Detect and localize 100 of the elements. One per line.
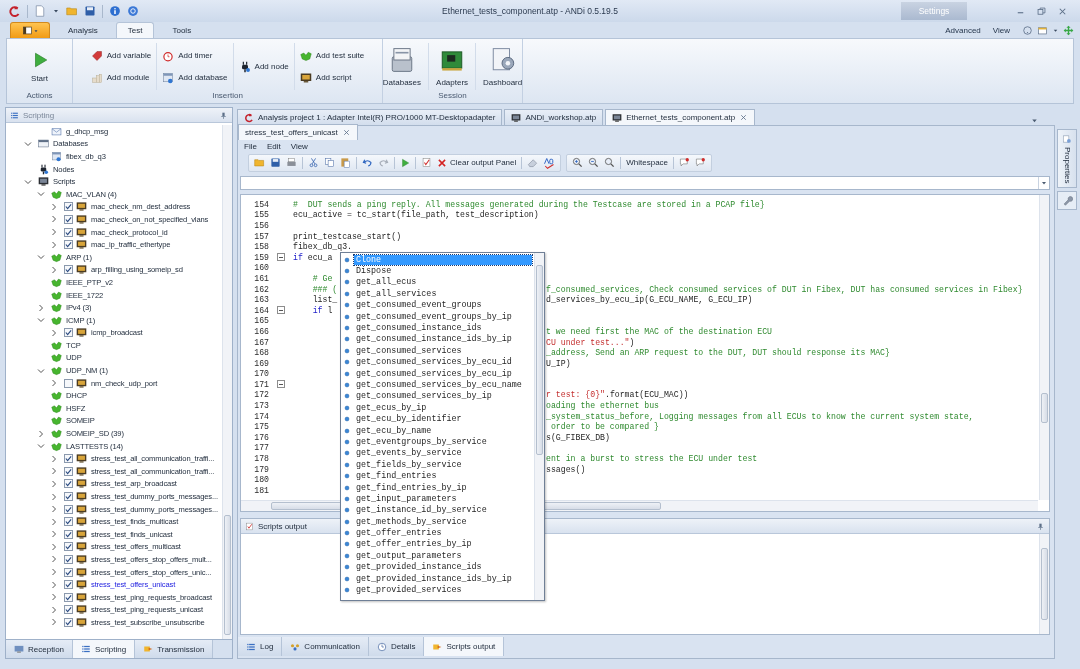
- completion-item[interactable]: get_provided_services: [354, 585, 464, 595]
- chevron-icon[interactable]: [50, 517, 58, 526]
- ribbon-button[interactable]: Databases: [383, 44, 426, 89]
- panel-tab[interactable]: Transmission: [135, 640, 214, 658]
- close-icon[interactable]: [739, 113, 749, 122]
- ribbon-tab[interactable]: Test: [115, 22, 155, 38]
- checkbox[interactable]: [64, 555, 73, 564]
- scrollbar[interactable]: [534, 253, 544, 600]
- ribbon-button[interactable]: Add node: [236, 59, 291, 74]
- chevron-icon[interactable]: [50, 505, 58, 514]
- chevron-icon[interactable]: [50, 265, 58, 274]
- checkbox[interactable]: [64, 580, 73, 590]
- completion-item[interactable]: get_consumed_instance_ids: [354, 323, 484, 334]
- ribbon-button[interactable]: Dashboard: [479, 44, 522, 89]
- chevron-icon[interactable]: [50, 228, 58, 237]
- application-menu-button[interactable]: [10, 22, 50, 38]
- checkbox[interactable]: [64, 227, 73, 237]
- panel-tab[interactable]: Details: [368, 637, 425, 656]
- chevron-icon[interactable]: [50, 454, 58, 463]
- chevron-icon[interactable]: [50, 593, 58, 602]
- scissors-icon[interactable]: [308, 157, 319, 168]
- ribbon-button[interactable]: Add module: [88, 70, 154, 85]
- completion-item[interactable]: get_provided_instance_ids: [354, 562, 484, 573]
- undo-icon[interactable]: [362, 157, 373, 168]
- globe-icon[interactable]: [127, 5, 139, 17]
- completion-item[interactable]: get_eventgroups_by_service: [354, 436, 489, 447]
- chevron-icon[interactable]: [50, 467, 58, 476]
- chevron-icon[interactable]: [37, 303, 45, 312]
- chevron-icon[interactable]: [50, 530, 58, 539]
- menu-item[interactable]: View: [290, 142, 308, 151]
- checkbox[interactable]: [64, 529, 73, 539]
- checklist-icon[interactable]: [421, 157, 432, 168]
- window-icon[interactable]: [1037, 24, 1048, 36]
- side-tab[interactable]: [1057, 191, 1077, 211]
- editor-tab[interactable]: stress_test_offers_unicast: [238, 124, 358, 140]
- move-icon[interactable]: [1063, 24, 1074, 36]
- completion-item[interactable]: get_ecus_by_ip: [354, 402, 429, 413]
- document-tab[interactable]: Analysis project 1 : Adapter Intel(R) PRO/1000 MT-Desktopadapter: [237, 109, 503, 125]
- ribbon-button[interactable]: Add test suite: [297, 48, 367, 63]
- chevron-icon[interactable]: [50, 215, 58, 224]
- completion-item[interactable]: get_find_entries_by_ip: [354, 482, 469, 493]
- checkbox[interactable]: [64, 605, 73, 615]
- clear-output-button[interactable]: Clear output Panel: [437, 157, 517, 168]
- ribbon-button[interactable]: Add timer: [160, 48, 230, 63]
- completion-item[interactable]: get_output_parameters: [354, 550, 464, 561]
- chevron-icon[interactable]: [24, 177, 32, 186]
- chevron-icon[interactable]: [50, 479, 58, 488]
- chevron-icon[interactable]: [37, 253, 45, 262]
- clipboard-icon[interactable]: [340, 157, 351, 168]
- whitespace-button[interactable]: Whitespace: [626, 158, 669, 167]
- search-icon[interactable]: [604, 157, 616, 168]
- scrollbar[interactable]: [1039, 195, 1049, 500]
- combo-box[interactable]: [240, 176, 1050, 190]
- ribbon-button[interactable]: Start: [26, 48, 53, 85]
- completion-item[interactable]: Dispose: [354, 266, 394, 277]
- checkbox[interactable]: [64, 492, 73, 501]
- scrollbar[interactable]: [1039, 534, 1049, 634]
- close-icon[interactable]: [341, 128, 351, 137]
- panel-tab[interactable]: Scripting: [73, 640, 136, 658]
- completion-item[interactable]: get_consumed_services_by_ip: [354, 391, 494, 402]
- completion-item[interactable]: get_consumed_event_groups: [354, 300, 484, 311]
- chevron-icon[interactable]: [37, 366, 45, 375]
- completion-item[interactable]: get_methods_by_service: [354, 516, 469, 527]
- checkbox[interactable]: [64, 466, 73, 476]
- menu-item[interactable]: File: [244, 142, 257, 151]
- chevron-icon[interactable]: [37, 316, 45, 325]
- redo-icon[interactable]: [378, 157, 389, 168]
- menu-item[interactable]: Edit: [266, 142, 281, 151]
- ribbon-tab[interactable]: Analysis: [56, 22, 110, 38]
- info-icon[interactable]: [109, 5, 121, 17]
- speech-bubble-icon[interactable]: [695, 157, 707, 168]
- side-tab[interactable]: Properties: [1057, 129, 1077, 189]
- chevron-icon[interactable]: [50, 492, 58, 501]
- checkbox[interactable]: [64, 592, 73, 602]
- folder-icon[interactable]: [66, 5, 78, 17]
- chevron-icon[interactable]: [50, 605, 58, 614]
- completion-item[interactable]: get_instance_id_by_service: [354, 505, 489, 516]
- caret-icon[interactable]: [52, 7, 60, 15]
- chevron-icon[interactable]: [50, 542, 58, 551]
- folder-icon[interactable]: [254, 157, 265, 168]
- ribbon-button[interactable]: Add script: [297, 70, 367, 85]
- checkbox[interactable]: [64, 504, 73, 514]
- checkbox[interactable]: [64, 454, 73, 464]
- copy-icon[interactable]: [324, 157, 335, 168]
- panel-tab[interactable]: Communication: [282, 637, 369, 656]
- completion-item[interactable]: get_all_ecus: [354, 277, 419, 288]
- eraser-icon[interactable]: [527, 157, 539, 168]
- chevron-icon[interactable]: [50, 555, 58, 564]
- pin-icon[interactable]: [219, 110, 228, 120]
- completion-item[interactable]: get_consumed_instance_ids_by_ip: [354, 334, 514, 345]
- completion-item[interactable]: get_ecu_by_name: [354, 425, 434, 436]
- checkbox[interactable]: [64, 328, 73, 338]
- help-icon[interactable]: [1022, 24, 1033, 36]
- floppy-icon[interactable]: [270, 157, 281, 168]
- document-tab[interactable]: Ethernet_tests_component.atp: [605, 109, 756, 125]
- checkbox[interactable]: [64, 517, 73, 527]
- fold-toggle[interactable]: [277, 253, 285, 262]
- checkbox[interactable]: [64, 479, 73, 489]
- completion-item[interactable]: get_provided_instance_ids_by_ip: [354, 573, 514, 584]
- completion-item[interactable]: get_consumed_services: [354, 345, 464, 356]
